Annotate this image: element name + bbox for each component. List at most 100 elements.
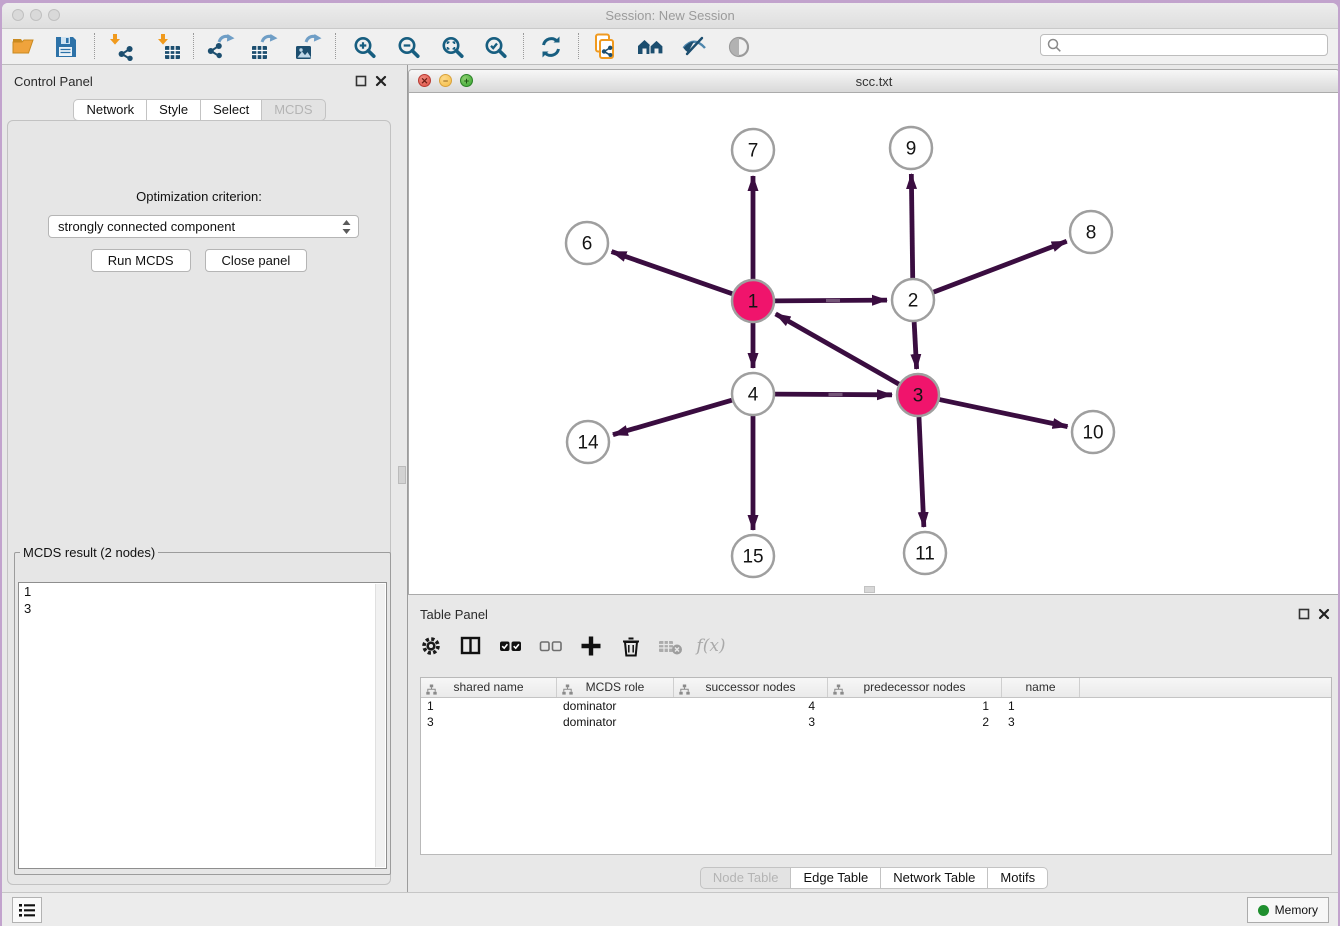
edge-2-8[interactable] — [934, 241, 1067, 292]
network-window-titlebar[interactable]: ✕ − + scc.txt — [409, 70, 1338, 93]
edge-3-1[interactable] — [776, 314, 899, 384]
list-icon — [17, 901, 37, 919]
control-panel: Control Panel NetworkStyleSelectMCDS Opt… — [2, 65, 397, 896]
table-toolbar: f(x) — [418, 624, 724, 668]
export-image-icon[interactable] — [291, 32, 325, 62]
edge-4-14[interactable] — [613, 400, 732, 435]
result-scrollbar[interactable] — [375, 584, 385, 867]
table-header-row: shared nameMCDS rolesuccessor nodesprede… — [421, 678, 1331, 698]
graph-node-4[interactable]: 4 — [732, 373, 774, 415]
edge-2-9[interactable] — [911, 174, 912, 278]
table-cell[interactable]: 3 — [1002, 714, 1080, 730]
float-panel-icon[interactable] — [1298, 607, 1310, 625]
tab-motifs[interactable]: Motifs — [987, 867, 1048, 889]
save-session-icon[interactable] — [49, 32, 83, 62]
open-file-icon[interactable] — [7, 32, 41, 62]
graph-node-15[interactable]: 15 — [732, 535, 774, 577]
column-header-predecessor-nodes[interactable]: predecessor nodes — [828, 678, 1002, 697]
mcds-result-item: 1 — [19, 583, 386, 600]
column-header-MCDS-role[interactable]: MCDS role — [557, 678, 674, 697]
task-history-button[interactable] — [12, 897, 42, 923]
graph-node-9[interactable]: 9 — [890, 127, 932, 169]
edge-3-10[interactable] — [940, 400, 1068, 427]
splitter-handle[interactable] — [864, 586, 875, 593]
tab-select[interactable]: Select — [200, 99, 261, 121]
optimization-select[interactable]: strongly connected component — [48, 215, 359, 238]
column-header-name[interactable]: name — [1002, 678, 1080, 697]
show-columns-icon[interactable] — [458, 633, 484, 659]
zoom-in-icon[interactable] — [347, 32, 381, 62]
select-all-icon[interactable] — [498, 633, 524, 659]
tab-mcds[interactable]: MCDS — [261, 99, 325, 121]
table-cell[interactable]: dominator — [557, 714, 674, 730]
zoom-selected-icon[interactable] — [478, 32, 512, 62]
memory-button[interactable]: Memory — [1247, 897, 1329, 923]
graph-node-7[interactable]: 7 — [732, 129, 774, 171]
svg-text:10: 10 — [1082, 423, 1103, 444]
table-cell[interactable]: 1 — [1002, 698, 1080, 714]
application-window: Session: New Session — [2, 3, 1338, 926]
tab-style[interactable]: Style — [146, 99, 200, 121]
delete-table-icon[interactable] — [658, 633, 684, 659]
tab-node-table[interactable]: Node Table — [700, 867, 791, 889]
table-cell[interactable]: 3 — [674, 714, 828, 730]
graph-node-1[interactable]: 1 — [732, 280, 774, 322]
add-row-icon[interactable] — [578, 633, 604, 659]
float-panel-icon[interactable] — [355, 74, 367, 92]
column-header-shared-name[interactable]: shared name — [421, 678, 557, 697]
network-canvas[interactable]: 7 9 6 8 1 2 4 3 14 10 15 11 — [409, 92, 1338, 594]
search-input[interactable] — [1040, 34, 1328, 56]
delete-row-icon[interactable] — [618, 633, 644, 659]
tab-network[interactable]: Network — [73, 99, 146, 121]
import-table-icon[interactable] — [151, 32, 185, 62]
hide-graphics-icon[interactable] — [722, 32, 756, 62]
settings-gear-icon[interactable] — [418, 633, 444, 659]
import-network-icon[interactable] — [103, 32, 137, 62]
splitter-handle[interactable] — [398, 466, 406, 484]
table-cell[interactable]: 4 — [674, 698, 828, 714]
mcds-result-textarea[interactable]: 13 — [18, 582, 387, 869]
duplicate-network-icon[interactable] — [589, 32, 623, 62]
graph-node-8[interactable]: 8 — [1070, 211, 1112, 253]
svg-text:9: 9 — [906, 139, 917, 160]
show-style-icon[interactable] — [677, 32, 711, 62]
svg-text:1: 1 — [748, 292, 759, 313]
table-cell[interactable]: 1 — [828, 698, 1002, 714]
zoom-out-icon[interactable] — [391, 32, 425, 62]
graph-node-10[interactable]: 10 — [1072, 411, 1114, 453]
close-panel-icon[interactable] — [375, 74, 387, 92]
export-table-icon[interactable] — [247, 32, 281, 62]
graph-node-3[interactable]: 3 — [897, 374, 939, 416]
run-mcds-button[interactable]: Run MCDS — [91, 249, 191, 272]
graph-node-2[interactable]: 2 — [892, 279, 934, 321]
mcds-result-item: 3 — [19, 600, 386, 617]
home-networks-icon[interactable] — [634, 32, 668, 62]
deselect-all-icon[interactable] — [538, 633, 564, 659]
svg-text:3: 3 — [913, 386, 924, 407]
table-cell[interactable]: 2 — [828, 714, 1002, 730]
tab-network-table[interactable]: Network Table — [880, 867, 987, 889]
edge-1-6[interactable] — [612, 252, 733, 294]
tab-edge-table[interactable]: Edge Table — [790, 867, 880, 889]
table-row[interactable]: 1dominator411 — [421, 698, 1331, 714]
refresh-icon[interactable] — [534, 32, 568, 62]
graph-node-11[interactable]: 11 — [904, 532, 946, 574]
table-cell[interactable]: dominator — [557, 698, 674, 714]
function-builder-icon[interactable]: f(x) — [698, 633, 724, 659]
table-cell[interactable]: 3 — [421, 714, 557, 730]
table-tabs: Node TableEdge TableNetwork TableMotifs — [408, 867, 1338, 889]
export-network-icon[interactable] — [204, 32, 238, 62]
close-panel-icon[interactable] — [1318, 607, 1330, 625]
table-cell[interactable]: 1 — [421, 698, 557, 714]
window-titlebar: Session: New Session — [2, 3, 1338, 29]
edge-3-11[interactable] — [919, 417, 924, 527]
zoom-fit-icon[interactable] — [435, 32, 469, 62]
graph-node-6[interactable]: 6 — [566, 222, 608, 264]
status-bar: Memory — [2, 892, 1338, 926]
graph-node-14[interactable]: 14 — [567, 421, 609, 463]
svg-text:4: 4 — [748, 385, 759, 406]
close-panel-button[interactable]: Close panel — [205, 249, 308, 272]
edge-2-3[interactable] — [914, 322, 916, 369]
column-header-successor-nodes[interactable]: successor nodes — [674, 678, 828, 697]
table-row[interactable]: 3dominator323 — [421, 714, 1331, 730]
